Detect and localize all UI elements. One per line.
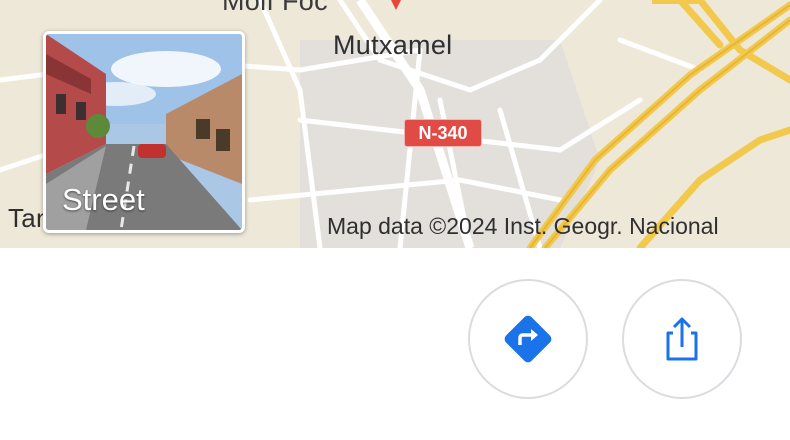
place-label-top: Molí Foc (222, 0, 328, 16)
map-view[interactable]: Molí Foc Mutxamel N-340 Tanger Map data … (0, 0, 790, 248)
street-view-thumbnail[interactable]: Street (43, 31, 245, 233)
directions-icon (504, 315, 552, 363)
road-shield: N-340 (404, 119, 482, 147)
share-button[interactable] (622, 279, 742, 399)
share-icon (666, 317, 698, 361)
directions-button[interactable] (468, 279, 588, 399)
place-label-mutxamel: Mutxamel (333, 30, 453, 60)
map-attribution: Map data ©2024 Inst. Geogr. Nacional (327, 213, 719, 239)
location-pin-icon[interactable] (388, 0, 404, 15)
street-view-label: Street (62, 182, 145, 217)
